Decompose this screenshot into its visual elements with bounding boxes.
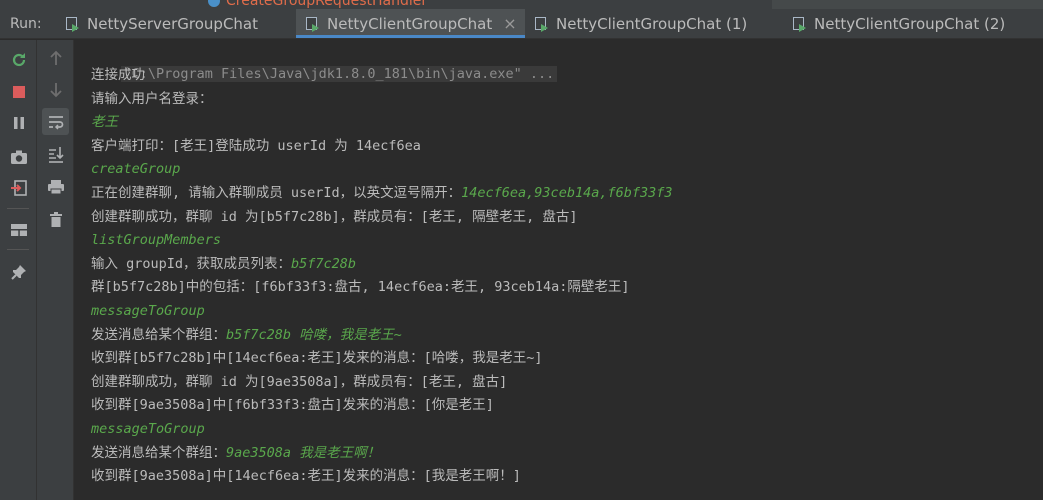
- output-text: 收到群[9ae3508a]中[f6bf33f3:盘古]发来的消息：[你是老王]: [91, 397, 494, 414]
- output-text: 收到群[b5f7c28b]中[14ecf6ea:老王]发来的消息：[哈喽，我是老…: [91, 350, 543, 367]
- tab-label: NettyServerGroupChat: [87, 14, 258, 33]
- tab-netty-client-group-chat-1[interactable]: NettyClientGroupChat (1): [525, 9, 783, 38]
- console-line: listGroupMembers: [91, 229, 221, 251]
- console-line: 创建群聊成功，群聊 id 为[9ae3508a]，群成员有：[老王, 盘古]: [91, 371, 507, 393]
- console-line: 连接成功: [91, 64, 145, 86]
- editor-tab[interactable]: CreateGroupRequestHandler: [208, 0, 427, 9]
- run-config-icon: [66, 16, 80, 32]
- down-arrow-icon[interactable]: [42, 76, 69, 103]
- output-text: 群[b5f7c28b]中的包括：[f6bf33f3:盘古, 14ecf6ea:老…: [91, 279, 630, 296]
- console-line: messageToGroup: [91, 300, 205, 322]
- trash-icon[interactable]: [42, 206, 69, 233]
- editor-tab-strip-right: [772, 0, 1043, 9]
- user-input-text: listGroupMembers: [91, 232, 222, 249]
- pause-icon[interactable]: [5, 109, 32, 136]
- output-text: 创建群聊成功，群聊 id 为[b5f7c28b]，群成员有：[老王, 隔壁老王,…: [91, 208, 578, 225]
- output-text: 客户端打印：[老王]登陆成功 userId 为 14ecf6ea: [91, 137, 421, 154]
- up-arrow-icon[interactable]: [42, 44, 69, 71]
- user-input-text: messageToGroup: [91, 303, 205, 319]
- run-toolbar: [0, 40, 37, 500]
- console-line: 收到群[9ae3508a]中[f6bf33f3:盘古]发来的消息：[你是老王]: [91, 394, 494, 416]
- tab-label: NettyClientGroupChat: [327, 14, 493, 33]
- user-input-text: 9ae3508a 我是老王啊！: [226, 444, 381, 461]
- console-toolbar: [37, 40, 74, 500]
- console-output[interactable]: "C:\Program Files\Java\jdk1.8.0_181\bin\…: [74, 40, 1043, 500]
- console-line: 收到群[9ae3508a]中[14ecf6ea:老王]发来的消息：[我是老王啊！…: [91, 465, 521, 487]
- user-input-text: 老王: [91, 114, 118, 131]
- console-line: messageToGroup: [91, 418, 205, 440]
- console-line: 发送消息给某个群组：9ae3508a 我是老王啊！: [91, 442, 380, 464]
- tab-label: NettyClientGroupChat (2): [814, 14, 1006, 33]
- output-text: 输入 groupId，获取成员列表：: [91, 255, 292, 272]
- layout-icon[interactable]: [5, 216, 32, 243]
- tab-netty-server-group-chat[interactable]: NettyServerGroupChat: [56, 9, 296, 38]
- console-line: 输入 groupId，获取成员列表：b5f7c28b: [91, 253, 356, 275]
- tab-netty-client-group-chat-2[interactable]: NettyClientGroupChat (2): [783, 9, 1043, 38]
- run-config-icon: [535, 16, 549, 32]
- console-line: 群[b5f7c28b]中的包括：[f6bf33f3:盘古, 14ecf6ea:老…: [91, 276, 630, 298]
- console-line: 创建群聊成功，群聊 id 为[b5f7c28b]，群成员有：[老王, 隔壁老王,…: [91, 206, 578, 228]
- editor-tab-strip: CreateGroupRequestHandler: [0, 0, 1043, 9]
- console-line: 正在创建群聊, 请输入群聊成员 userId，以英文逗号隔开：14ecf6ea,…: [91, 182, 672, 204]
- user-input-text: messageToGroup: [91, 421, 205, 437]
- output-text: 连接成功: [91, 67, 145, 83]
- console-line: 收到群[b5f7c28b]中[14ecf6ea:老王]发来的消息：[哈喽，我是老…: [91, 347, 543, 369]
- user-input-text: 14ecf6ea,93ceb14a,f6bf33f3: [461, 185, 673, 201]
- tab-label: NettyClientGroupChat (1): [556, 14, 748, 33]
- close-icon[interactable]: ×: [503, 14, 516, 33]
- tab-netty-client-group-chat[interactable]: NettyClientGroupChat ×: [296, 9, 525, 38]
- console-line: 请输入用户名登录：: [91, 88, 213, 110]
- stop-icon[interactable]: [5, 78, 32, 105]
- soft-wrap-icon[interactable]: [42, 108, 69, 135]
- user-input-text: createGroup: [91, 161, 181, 178]
- camera-icon[interactable]: [5, 143, 32, 170]
- console-line: createGroup: [91, 158, 180, 180]
- class-icon: [208, 0, 220, 7]
- toolbar-separator: [7, 249, 29, 250]
- user-input-text: b5f7c28b: [291, 255, 357, 272]
- toolbar-separator: [7, 208, 29, 209]
- restore-layout-icon[interactable]: [5, 174, 32, 201]
- rerun-icon[interactable]: [5, 46, 32, 73]
- output-text: 发送消息给某个群组：: [91, 326, 226, 343]
- run-config-icon: [306, 16, 320, 32]
- print-icon[interactable]: [42, 173, 69, 200]
- output-text: 请输入用户名登录：: [91, 90, 213, 107]
- run-label: Run:: [10, 15, 42, 32]
- console-command-line: "C:\Program Files\Java\jdk1.8.0_181\bin\…: [91, 41, 558, 82]
- output-text: 正在创建群聊, 请输入群聊成员 userId，以英文逗号隔开：: [91, 185, 462, 201]
- scroll-to-end-icon[interactable]: [42, 140, 69, 167]
- output-text: 发送消息给某个群组：: [91, 444, 226, 461]
- user-input-text: b5f7c28b 哈喽，我是老王~: [226, 326, 402, 343]
- editor-tab-label: CreateGroupRequestHandler: [226, 0, 428, 9]
- console-line: 发送消息给某个群组：b5f7c28b 哈喽，我是老王~: [91, 324, 402, 346]
- pin-icon[interactable]: [5, 258, 32, 285]
- run-tab-bar: Run: NettyServerGroupChat NettyClientGro…: [0, 9, 1043, 39]
- run-config-icon: [793, 16, 807, 32]
- console-line: 老王: [91, 111, 118, 133]
- java-command[interactable]: "C:\Program Files\Java\jdk1.8.0_181\bin\…: [120, 66, 558, 82]
- output-text: 创建群聊成功，群聊 id 为[9ae3508a]，群成员有：[老王, 盘古]: [91, 373, 508, 390]
- console-line: 客户端打印：[老王]登陆成功 userId 为 14ecf6ea: [91, 135, 421, 157]
- output-text: 收到群[9ae3508a]中[14ecf6ea:老王]发来的消息：[我是老王啊！…: [91, 468, 521, 485]
